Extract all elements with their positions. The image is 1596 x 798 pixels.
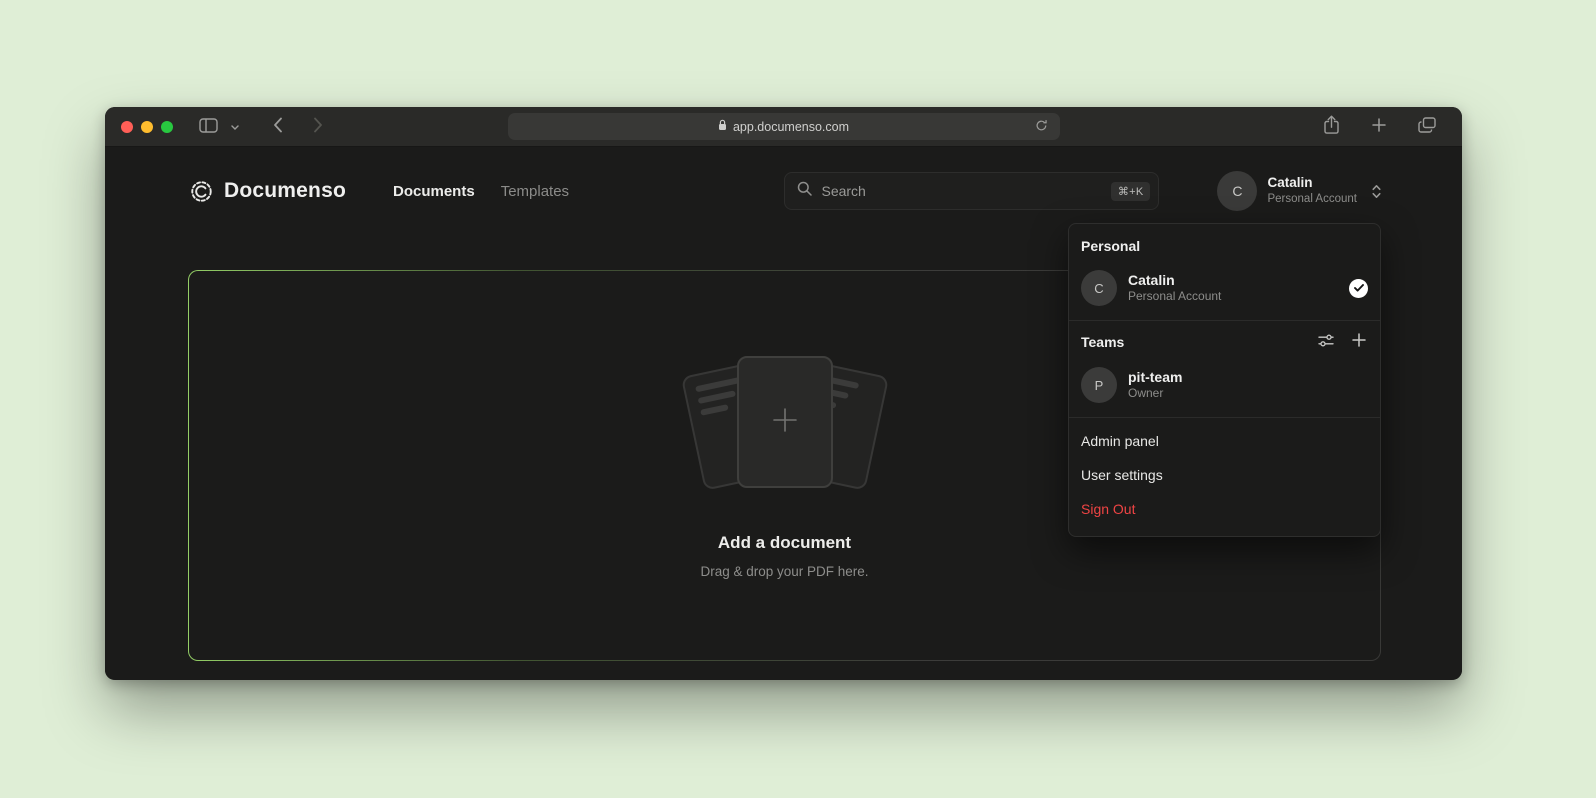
brand[interactable]: Documenso bbox=[188, 178, 346, 205]
document-card-center bbox=[737, 356, 833, 488]
menu-divider bbox=[1069, 320, 1380, 321]
forward-arrow-icon bbox=[313, 117, 323, 136]
tabs-icon bbox=[1418, 117, 1436, 136]
team-name: pit-team bbox=[1128, 368, 1368, 386]
personal-avatar: C bbox=[1081, 270, 1117, 306]
minimize-window-button[interactable] bbox=[141, 121, 153, 133]
sidebar-toggle-button[interactable] bbox=[195, 114, 222, 140]
main-nav: Documents Templates bbox=[393, 183, 569, 200]
document-cards-illustration bbox=[670, 352, 900, 497]
browser-window: app.documenso.com bbox=[105, 107, 1462, 680]
team-item-pit-team[interactable]: P pit-team Owner bbox=[1069, 359, 1380, 411]
new-tab-button[interactable] bbox=[1368, 114, 1390, 139]
refresh-icon bbox=[1035, 119, 1048, 135]
search-shortcut-badge: ⌘+K bbox=[1111, 182, 1151, 201]
team-avatar: P bbox=[1081, 367, 1117, 403]
personal-subtitle: Personal Account bbox=[1128, 289, 1338, 305]
nav-documents[interactable]: Documents bbox=[393, 183, 475, 200]
refresh-button[interactable] bbox=[1031, 115, 1052, 139]
teams-section-label: Teams bbox=[1081, 334, 1316, 350]
documenso-logo-icon bbox=[188, 178, 215, 205]
plus-icon bbox=[1372, 118, 1386, 135]
account-name: Catalin bbox=[1267, 175, 1357, 192]
sliders-icon bbox=[1318, 333, 1334, 351]
add-document-plus-icon bbox=[770, 405, 800, 440]
zoom-window-button[interactable] bbox=[161, 121, 173, 133]
back-button[interactable] bbox=[269, 113, 287, 140]
brand-name: Documenso bbox=[224, 179, 346, 203]
personal-account-item[interactable]: C Catalin Personal Account bbox=[1069, 262, 1380, 314]
traffic-lights bbox=[121, 121, 173, 133]
menu-item-user-settings[interactable]: User settings bbox=[1069, 458, 1380, 492]
app-header: Documenso Documents Templates ⌘+K C Cata… bbox=[105, 147, 1462, 235]
back-arrow-icon bbox=[273, 117, 283, 136]
manage-teams-button[interactable] bbox=[1316, 331, 1336, 353]
team-role: Owner bbox=[1128, 386, 1368, 402]
personal-name: Catalin bbox=[1128, 271, 1338, 289]
account-dropdown-menu: Personal C Catalin Personal Account Team… bbox=[1068, 223, 1381, 537]
chevron-down-icon bbox=[231, 119, 239, 134]
dropzone-title: Add a document bbox=[718, 533, 851, 553]
nav-templates[interactable]: Templates bbox=[501, 183, 569, 200]
selected-check-icon bbox=[1349, 279, 1368, 298]
account-subtitle: Personal Account bbox=[1267, 192, 1357, 206]
search-bar[interactable]: ⌘+K bbox=[784, 172, 1159, 210]
sidebar-icon bbox=[199, 118, 218, 136]
account-avatar: C bbox=[1217, 171, 1257, 211]
search-icon bbox=[797, 181, 812, 201]
menu-item-sign-out[interactable]: Sign Out bbox=[1069, 492, 1380, 526]
close-window-button[interactable] bbox=[121, 121, 133, 133]
address-bar[interactable]: app.documenso.com bbox=[508, 113, 1060, 140]
create-team-button[interactable] bbox=[1350, 331, 1368, 353]
chevrons-up-down-icon bbox=[1371, 183, 1382, 200]
documenso-app: Documenso Documents Templates ⌘+K C Cata… bbox=[105, 147, 1462, 679]
account-menu-button[interactable]: C Catalin Personal Account bbox=[1217, 171, 1382, 211]
browser-toolbar: app.documenso.com bbox=[105, 107, 1462, 147]
menu-item-admin-panel[interactable]: Admin panel bbox=[1069, 424, 1380, 458]
plus-icon bbox=[1352, 333, 1366, 351]
personal-section-label: Personal bbox=[1069, 228, 1380, 262]
lock-icon bbox=[718, 119, 727, 134]
share-button[interactable] bbox=[1319, 111, 1344, 142]
url-text: app.documenso.com bbox=[733, 120, 849, 134]
share-icon bbox=[1323, 115, 1340, 138]
menu-divider bbox=[1069, 417, 1380, 418]
dropzone-subtitle: Drag & drop your PDF here. bbox=[700, 564, 868, 579]
tab-overview-button[interactable] bbox=[1414, 113, 1440, 140]
sidebar-menu-chevron[interactable] bbox=[227, 115, 243, 138]
forward-button[interactable] bbox=[309, 113, 327, 140]
search-input[interactable] bbox=[821, 183, 1101, 199]
